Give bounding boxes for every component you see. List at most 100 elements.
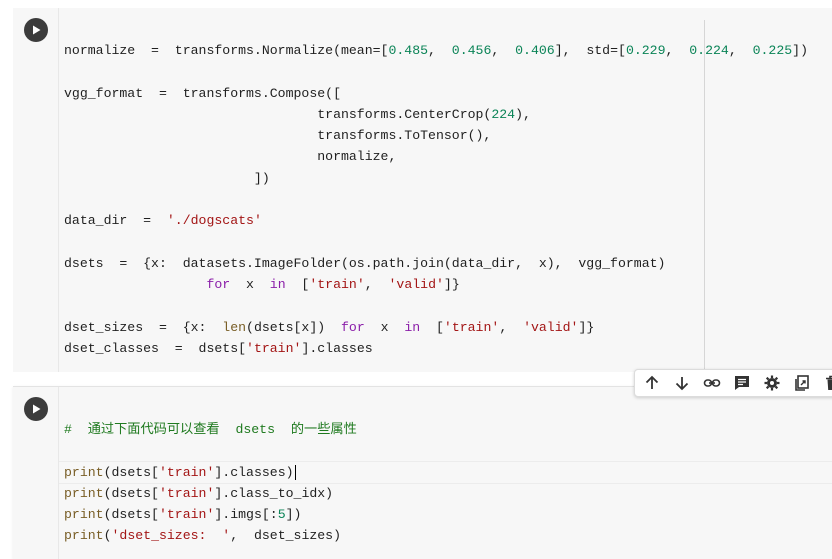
token: [	[285, 277, 310, 293]
token-kw: for	[341, 319, 365, 335]
mirror-cell-button[interactable]	[789, 371, 815, 395]
token: ])	[64, 170, 270, 186]
token-str: 'dset_sizes: '	[111, 528, 231, 544]
link-icon	[703, 379, 721, 387]
token-num: 0.456	[451, 43, 492, 58]
token-num: 0.225	[752, 43, 793, 58]
token: dset_sizes = {x:	[64, 319, 223, 335]
token: ], std=[	[554, 43, 626, 58]
token-num: 224	[491, 106, 516, 122]
token: ,	[364, 277, 389, 293]
code-line: dsets = {x: datasets.ImageFolder(os.path…	[64, 256, 665, 271]
cell-toolbar	[634, 369, 832, 397]
token: (dsets[	[103, 464, 159, 480]
cell-gutter	[58, 8, 59, 372]
code-editor[interactable]: normalize = transforms.Normalize(mean=[0…	[64, 40, 808, 359]
comment-icon	[735, 376, 749, 390]
token: ,	[728, 43, 753, 58]
text-cursor	[294, 464, 296, 480]
link-button[interactable]	[699, 371, 725, 395]
code-line: ])	[64, 171, 270, 186]
run-cell-button[interactable]	[24, 397, 48, 421]
token-str: 'train'	[158, 507, 215, 523]
token-str: 'train'	[443, 319, 500, 335]
token-str: 'train'	[246, 341, 302, 357]
token-cm: # 通过下面代码可以查看 dsets 的一些属性	[64, 422, 357, 437]
code-line: print(dsets['train'].imgs[:5])	[64, 507, 301, 522]
token-fn: print	[64, 464, 104, 480]
token: vgg_format = transforms.Compose([	[64, 85, 341, 101]
token-fn: print	[64, 507, 104, 523]
token-num: 0.229	[625, 43, 666, 58]
token-str: 'valid'	[523, 319, 579, 335]
token-str: './dogscats'	[166, 213, 262, 229]
token: ])	[285, 507, 302, 523]
token: ].classes)	[214, 464, 294, 480]
code-line: print(dsets['train'].class_to_idx)	[64, 486, 333, 501]
code-line: transforms.ToTensor(),	[64, 128, 491, 143]
move-up-button[interactable]	[639, 371, 665, 395]
token: dsets = {x: datasets.ImageFolder(os.path…	[64, 255, 666, 271]
token-fn: print	[64, 485, 104, 501]
token: x	[230, 277, 270, 293]
settings-button[interactable]	[759, 371, 785, 395]
token: ]}	[443, 277, 460, 293]
code-line: dset_sizes = {x: len(dsets[x]) for x in …	[64, 320, 594, 335]
delete-button[interactable]	[819, 371, 832, 395]
token-str: 'train'	[158, 485, 215, 501]
token-num: 0.485	[388, 43, 429, 58]
token: ])	[792, 43, 808, 58]
token: ]}	[578, 319, 595, 335]
code-line: transforms.CenterCrop(224),	[64, 107, 531, 122]
mirror-cell-icon	[795, 375, 809, 391]
arrow-up-icon	[645, 375, 659, 389]
comment-button[interactable]	[729, 371, 755, 395]
code-line: for x in ['train', 'valid']}	[64, 277, 460, 293]
arrow-down-icon	[675, 377, 689, 391]
code-line: normalize = transforms.Normalize(mean=[0…	[64, 43, 808, 58]
code-line: print(dsets['train'].classes)	[64, 465, 296, 480]
token-kw: in	[269, 277, 286, 293]
code-line: data_dir = './dogscats'	[64, 213, 262, 228]
token: ,	[491, 43, 516, 58]
token-str: 'train'	[158, 464, 215, 480]
token: , dset_sizes)	[230, 528, 342, 544]
token: ),	[515, 106, 531, 122]
code-line: vgg_format = transforms.Compose([	[64, 86, 341, 101]
code-cell-2[interactable]: # 通过下面代码可以查看 dsets 的一些属性 print(dsets['tr…	[13, 386, 832, 559]
code-cell-1[interactable]: normalize = transforms.Normalize(mean=[0…	[13, 8, 832, 372]
code-line: dset_classes = dsets['train'].classes	[64, 341, 373, 356]
token: ,	[428, 43, 452, 58]
token: normalize,	[64, 149, 397, 165]
token: normalize = transforms.Normalize(mean=[	[64, 43, 389, 58]
run-cell-button[interactable]	[24, 18, 48, 42]
token: dset_classes = dsets[	[64, 341, 247, 357]
token: ,	[499, 319, 524, 335]
token-num: 0.224	[689, 43, 729, 58]
token: (	[103, 528, 112, 544]
token: [	[420, 319, 444, 335]
gear-icon	[764, 375, 780, 391]
token: data_dir =	[64, 213, 167, 229]
token: x	[364, 319, 405, 335]
token-fn: len	[222, 319, 247, 335]
token: ].class_to_idx)	[214, 485, 334, 501]
token: ,	[665, 43, 690, 58]
token-num: 5	[277, 507, 286, 523]
token: (dsets[	[103, 485, 159, 501]
token: ].imgs[:	[214, 507, 278, 523]
code-line: normalize,	[64, 149, 396, 164]
token: transforms.CenterCrop(	[64, 106, 492, 122]
play-icon	[33, 25, 41, 35]
token-kw: for	[206, 277, 231, 293]
token-fn: print	[64, 528, 104, 544]
code-line: # 通过下面代码可以查看 dsets 的一些属性	[64, 422, 357, 437]
move-down-button[interactable]	[669, 371, 695, 395]
code-editor[interactable]: # 通过下面代码可以查看 dsets 的一些属性 print(dsets['tr…	[64, 419, 357, 547]
token-num: 0.406	[515, 43, 555, 58]
token: ].classes	[301, 341, 373, 357]
token-str: 'train'	[309, 277, 365, 293]
token: transforms.ToTensor(),	[64, 128, 492, 144]
code-line: print('dset_sizes: ', dset_sizes)	[64, 528, 341, 543]
